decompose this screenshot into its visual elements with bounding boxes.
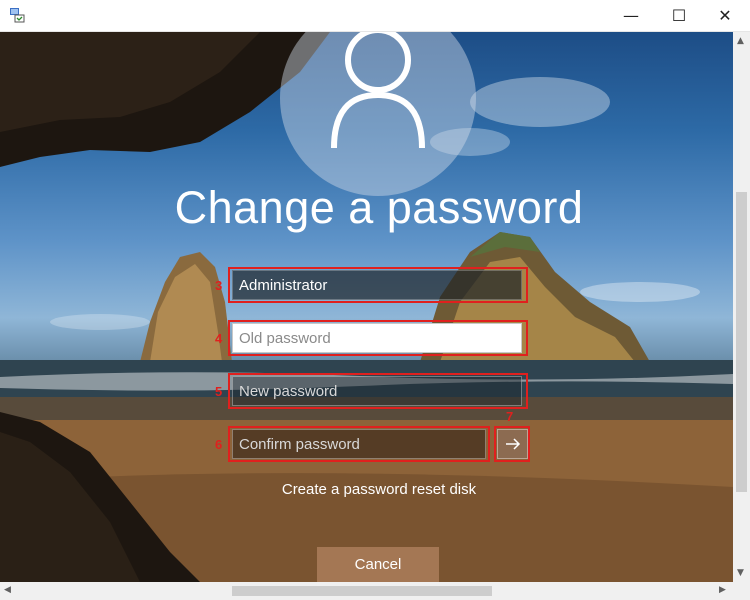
scroll-left-icon[interactable]: ◀	[4, 585, 11, 595]
scroll-up-icon[interactable]: ▲	[737, 36, 744, 46]
cancel-button[interactable]: Cancel	[317, 547, 439, 582]
annotation-label-3: 3	[215, 278, 223, 293]
annotation-box-submit	[494, 426, 530, 462]
close-icon: ✕	[718, 6, 732, 25]
maximize-button[interactable]: ☐	[656, 0, 702, 31]
login-background: Change a password Administrator 3 4 5 6 …	[0, 32, 733, 582]
annotation-label-6: 6	[215, 437, 223, 452]
annotation-label-7: 7	[506, 409, 514, 424]
minimize-button[interactable]: —	[608, 0, 654, 31]
annotation-box-username	[228, 267, 528, 303]
user-avatar	[280, 32, 476, 196]
annotation-label-5: 5	[215, 384, 223, 399]
horizontal-scroll-thumb[interactable]	[232, 586, 492, 596]
close-button[interactable]: ✕	[702, 0, 748, 31]
scroll-down-icon[interactable]: ▼	[737, 568, 744, 578]
scrollbar-corner	[733, 582, 750, 600]
app-icon	[10, 8, 25, 23]
vertical-scrollbar[interactable]: ▲ ▼	[733, 32, 750, 582]
annotation-box-confirm-password	[228, 426, 490, 462]
scroll-right-icon[interactable]: ▶	[719, 585, 726, 595]
horizontal-scrollbar[interactable]: ◀ ▶	[0, 582, 733, 600]
create-reset-disk-link[interactable]: Create a password reset disk	[0, 481, 733, 498]
minimize-icon: —	[623, 6, 639, 25]
annotation-box-old-password	[228, 320, 528, 356]
window-titlebar: — ☐ ✕	[0, 0, 750, 32]
maximize-icon: ☐	[671, 6, 687, 25]
vertical-scroll-thumb[interactable]	[736, 192, 747, 492]
page-title: Change a password	[174, 182, 584, 233]
annotation-box-new-password	[228, 373, 528, 409]
user-icon	[331, 32, 425, 149]
annotation-label-4: 4	[215, 331, 223, 346]
